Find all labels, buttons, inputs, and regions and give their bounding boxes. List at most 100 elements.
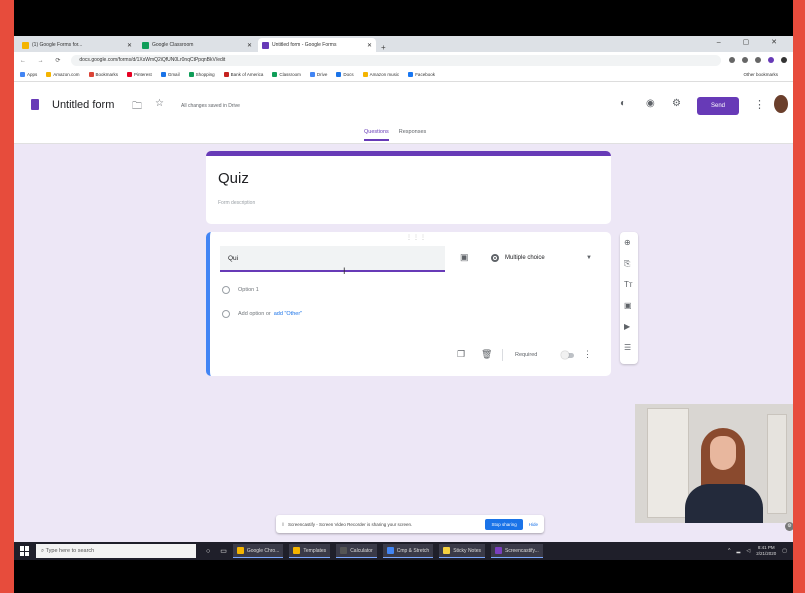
cortana-icon[interactable]: ○: [206, 548, 210, 555]
windows-start-icon[interactable]: [20, 546, 30, 556]
bookmark-item[interactable]: Drive: [309, 72, 327, 77]
presenter-body: [685, 484, 763, 523]
profile-icon[interactable]: [781, 57, 787, 63]
settings-gear-icon[interactable]: ⚙: [672, 98, 681, 109]
add-image-icon[interactable]: ▣: [624, 301, 632, 310]
webcam-settings-icon[interactable]: ⚙: [785, 522, 793, 531]
forms-logo-icon[interactable]: [31, 99, 39, 110]
forms-header: Untitled form 🗀 ☆ All changes saved in D…: [14, 82, 793, 144]
question-input[interactable]: Qui: [220, 246, 445, 272]
taskbar-app-label: Screencastify...: [505, 547, 539, 554]
extension-icon[interactable]: [755, 57, 761, 63]
bookmark-favicon-icon: [88, 72, 94, 77]
taskbar-app-label: Google Chro...: [246, 547, 280, 554]
star-icon[interactable]: ☆: [155, 98, 164, 109]
close-tab-icon[interactable]: ✕: [127, 42, 132, 49]
bookmark-item[interactable]: Docs: [336, 72, 354, 77]
bookmark-item[interactable]: Bank of America: [223, 72, 264, 77]
add-title-icon[interactable]: Tт: [624, 280, 633, 289]
other-bookmarks[interactable]: Other bookmarks: [743, 72, 778, 77]
bookmark-favicon-icon: [223, 72, 229, 77]
required-label: Required: [515, 352, 538, 358]
more-vert-icon[interactable]: ⋮: [583, 349, 592, 360]
taskbar-search-input[interactable]: ⌕ Type here to search: [36, 544, 196, 558]
import-questions-icon[interactable]: ⎘: [624, 259, 630, 269]
add-option-row[interactable]: Add option or add "Other": [222, 310, 302, 318]
close-tab-icon[interactable]: ✕: [367, 42, 372, 49]
window-controls[interactable]: – ▢ ✕: [717, 38, 787, 46]
clock[interactable]: 8:41 PM 2/21/2020: [756, 545, 776, 557]
bookmark-item[interactable]: Shopping: [188, 72, 215, 77]
add-option-link[interactable]: Add option: [238, 311, 264, 317]
browser-tab-untitled-form[interactable]: Untitled form - Google Forms ✕: [258, 38, 376, 52]
app-icon: [495, 547, 503, 554]
taskbar-app[interactable]: Cmp & Stretch: [382, 544, 434, 558]
send-button[interactable]: Send: [697, 97, 739, 115]
bookmark-item[interactable]: Gmail: [160, 72, 180, 77]
preview-eye-icon[interactable]: ◉: [646, 98, 655, 109]
add-video-icon[interactable]: ▶: [624, 322, 630, 331]
bookmark-item[interactable]: Facebook: [408, 72, 435, 77]
taskbar-app[interactable]: Templates: [289, 544, 331, 558]
option-label[interactable]: Option 1: [238, 287, 259, 293]
network-icon[interactable]: ▂: [737, 548, 741, 554]
add-section-icon[interactable]: ☰: [624, 343, 631, 352]
new-tab-button[interactable]: +: [381, 43, 386, 52]
duplicate-icon[interactable]: ❐: [457, 349, 465, 360]
radio-icon: [491, 254, 499, 262]
app-icon: [293, 547, 301, 554]
browser-tab-forms-video[interactable]: (1) Google Forms for... ✕: [18, 38, 136, 52]
more-vert-icon[interactable]: ⋮: [754, 98, 765, 111]
tab-questions[interactable]: Questions: [364, 129, 389, 141]
hide-button[interactable]: Hide: [529, 522, 538, 527]
add-image-icon[interactable]: ▣: [460, 252, 469, 263]
bookmark-item[interactable]: Pinterest: [127, 72, 152, 77]
bookmark-item[interactable]: Amazon.com: [46, 72, 80, 77]
taskbar-app[interactable]: Sticky Notes: [439, 544, 486, 558]
palette-icon[interactable]: ◐: [620, 98, 626, 109]
add-question-icon[interactable]: ⊕: [624, 238, 631, 247]
form-heading[interactable]: Quiz: [218, 170, 249, 187]
taskbar-app[interactable]: Calculator: [336, 544, 377, 558]
tab-label: Google Classroom: [152, 42, 194, 48]
task-view-icon[interactable]: ▭: [220, 547, 227, 555]
form-title-card[interactable]: Quiz Form description: [206, 151, 611, 224]
tray-arrow-icon[interactable]: ^: [728, 548, 730, 554]
bookmark-item[interactable]: Bookmarks: [88, 72, 118, 77]
bookmark-favicon-icon: [46, 72, 52, 77]
form-description-input[interactable]: Form description: [218, 200, 255, 206]
bookmark-favicon-icon: [272, 72, 278, 77]
extension-icon[interactable]: [742, 57, 748, 63]
close-tab-icon[interactable]: ✕: [247, 42, 252, 49]
bookmark-item[interactable]: Amazon music: [362, 72, 399, 77]
question-card[interactable]: ⋮⋮⋮ Qui I ▣ Multiple choice ▼ Option 1 A…: [206, 232, 611, 376]
browser-tab-classroom[interactable]: Google Classroom ✕: [138, 38, 256, 52]
trash-icon[interactable]: 🗑: [481, 349, 492, 360]
chevron-down-icon: ▼: [586, 255, 592, 261]
add-other-link[interactable]: add "Other": [274, 311, 302, 317]
url-input[interactable]: docs.google.com/forms/d/1XsWmQ2iQfUN0Lr0…: [71, 54, 721, 66]
folder-icon[interactable]: 🗀: [132, 99, 142, 116]
bookmark-star-icon[interactable]: [729, 57, 735, 63]
bookmark-item[interactable]: Apps: [20, 72, 37, 77]
avatar[interactable]: [774, 95, 788, 113]
stop-sharing-button[interactable]: Stop sharing: [485, 518, 523, 530]
bookmark-item[interactable]: Classroom: [272, 72, 301, 77]
clock-date: 2/21/2020: [756, 551, 777, 556]
option-row[interactable]: Option 1: [222, 286, 259, 294]
required-toggle[interactable]: [561, 351, 574, 359]
nav-arrows-icon[interactable]: ← → ⟳: [20, 57, 65, 64]
volume-icon[interactable]: ◁: [746, 548, 750, 554]
bookmark-label: Bank of America: [230, 72, 264, 77]
tab-responses[interactable]: Responses: [399, 129, 427, 141]
form-title[interactable]: Untitled form: [52, 99, 114, 111]
question-type-select[interactable]: Multiple choice ▼: [485, 246, 598, 270]
notification-center-icon[interactable]: ▢: [782, 548, 787, 554]
or-label: or: [265, 311, 271, 317]
drag-handle-icon[interactable]: ⋮⋮⋮: [406, 234, 427, 241]
extension-icon[interactable]: [768, 57, 774, 63]
bookmark-favicon-icon: [408, 72, 414, 77]
divider: [502, 349, 503, 361]
taskbar-app[interactable]: Screencastify...: [491, 544, 543, 558]
taskbar-app[interactable]: Google Chro...: [232, 544, 284, 558]
